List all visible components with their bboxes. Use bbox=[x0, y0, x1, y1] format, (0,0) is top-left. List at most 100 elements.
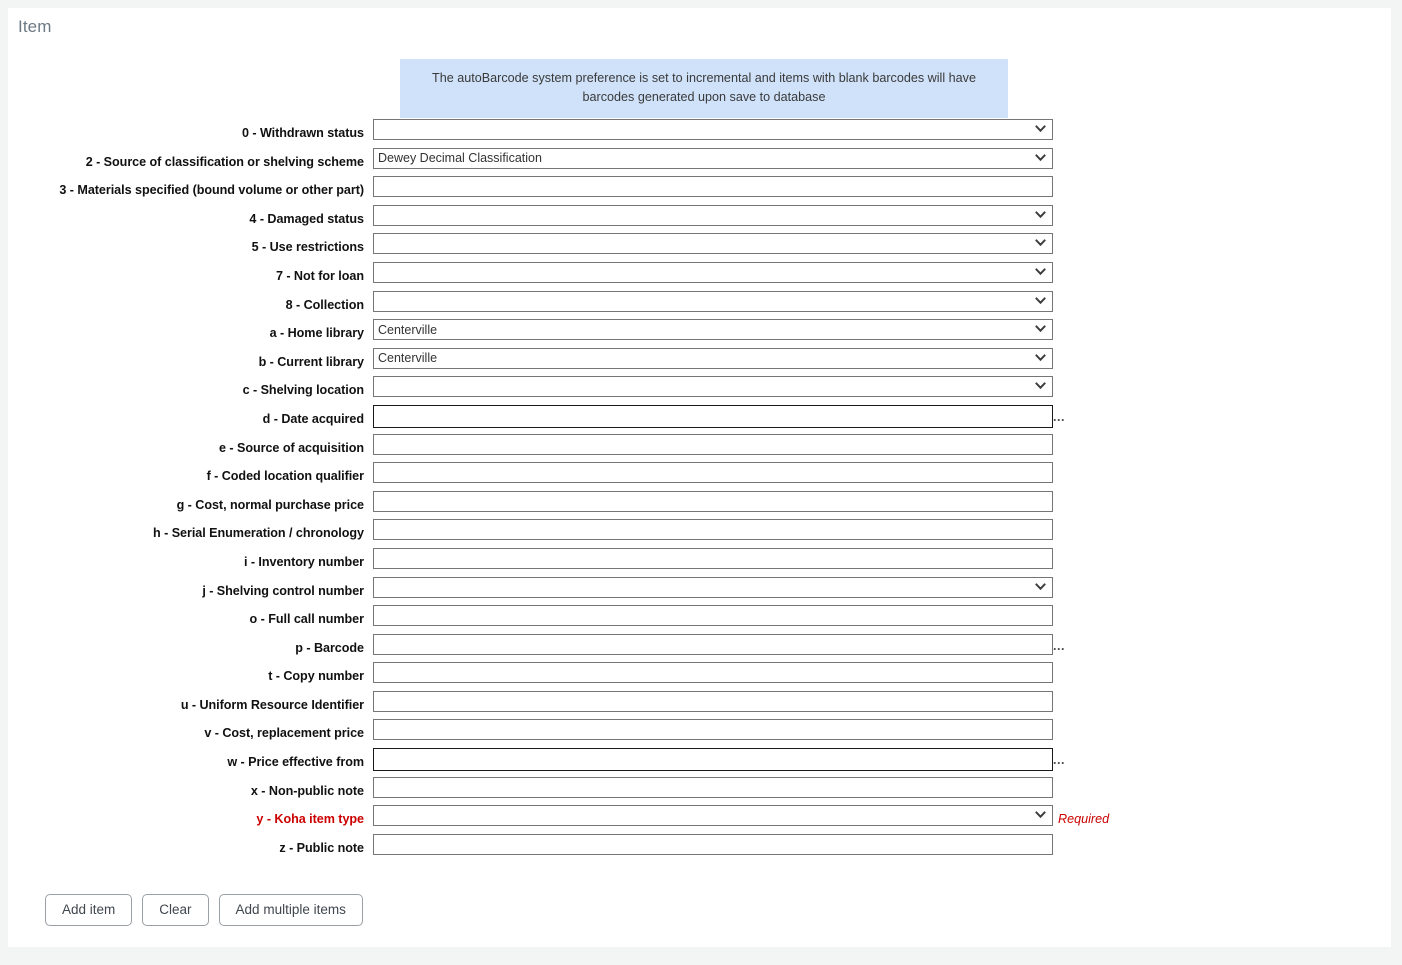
select-5-use-restrictions[interactable] bbox=[373, 233, 1053, 255]
select-wrapper-a-home-library: Centerville bbox=[373, 319, 1053, 341]
plugin-launcher-w-price-effective-from[interactable]: ... bbox=[1053, 754, 1065, 767]
field-control-0-withdrawn-status bbox=[373, 119, 1053, 140]
select-c-shelving-location[interactable] bbox=[373, 376, 1053, 398]
field-label-c-shelving-location: c - Shelving location bbox=[242, 383, 364, 398]
clear-button[interactable]: Clear bbox=[142, 894, 209, 926]
select-y-koha-item-type[interactable] bbox=[373, 805, 1053, 827]
input-h-serial-enumeration-chronology[interactable] bbox=[373, 519, 1053, 541]
field-label-g-cost-normal-purchase-price: g - Cost, normal purchase price bbox=[176, 497, 364, 512]
select-j-shelving-control-number[interactable] bbox=[373, 576, 1053, 598]
input-i-inventory-number[interactable] bbox=[373, 547, 1053, 569]
field-control-a-home-library: Centerville bbox=[373, 319, 1053, 341]
field-label-e-source-of-acquisition: e - Source of acquisition bbox=[219, 440, 364, 455]
field-label-z-public-note: z - Public note bbox=[279, 840, 364, 855]
select-0-withdrawn-status[interactable] bbox=[373, 119, 1053, 140]
add-multiple-items-button[interactable]: Add multiple items bbox=[218, 894, 363, 926]
input-f-coded-location-qualifier[interactable] bbox=[373, 462, 1053, 484]
select-a-home-library[interactable]: Centerville bbox=[373, 319, 1053, 341]
field-label-a-home-library: a - Home library bbox=[269, 326, 364, 341]
input-3-materials-specified-bound-volume-or-other-part[interactable] bbox=[373, 176, 1053, 198]
select-b-current-library[interactable]: Centerville bbox=[373, 347, 1053, 369]
field-control-b-current-library: Centerville bbox=[373, 347, 1053, 369]
select-wrapper-b-current-library: Centerville bbox=[373, 347, 1053, 369]
field-label-3-materials-specified-bound-volume-or-other-part: 3 - Materials specified (bound volume or… bbox=[59, 183, 364, 198]
select-7-not-for-loan[interactable] bbox=[373, 261, 1053, 283]
field-label-h-serial-enumeration-chronology: h - Serial Enumeration / chronology bbox=[153, 526, 364, 541]
field-label-y-koha-item-type: y - Koha item type bbox=[256, 812, 364, 827]
field-label-5-use-restrictions: 5 - Use restrictions bbox=[251, 240, 364, 255]
field-control-o-full-call-number bbox=[373, 605, 1053, 627]
field-control-4-damaged-status bbox=[373, 204, 1053, 226]
field-row-y-koha-item-type: y - Koha item type Required bbox=[8, 804, 1391, 833]
field-row-7-not-for-loan: 7 - Not for loan bbox=[8, 261, 1391, 290]
field-row-a-home-library: a - Home library Centerville bbox=[8, 318, 1391, 347]
item-card: Item The autoBarcode system preference i… bbox=[8, 8, 1391, 947]
input-v-cost-replacement-price[interactable] bbox=[373, 719, 1053, 741]
select-wrapper-0-withdrawn-status bbox=[373, 119, 1053, 140]
field-row-p-barcode: p - Barcode... bbox=[8, 633, 1391, 662]
field-label-8-collection: 8 - Collection bbox=[285, 297, 364, 312]
select-wrapper-j-shelving-control-number bbox=[373, 576, 1053, 598]
field-label-b-current-library: b - Current library bbox=[258, 354, 364, 369]
field-label-p-barcode: p - Barcode bbox=[295, 640, 364, 655]
field-label-2-source-of-classification-or-shelving-scheme: 2 - Source of classification or shelving… bbox=[85, 154, 364, 169]
field-control-v-cost-replacement-price bbox=[373, 719, 1053, 741]
field-row-d-date-acquired: d - Date acquired... bbox=[8, 404, 1391, 433]
field-label-o-full-call-number: o - Full call number bbox=[249, 612, 365, 627]
field-row-5-use-restrictions: 5 - Use restrictions bbox=[8, 232, 1391, 261]
field-control-x-non-public-note bbox=[373, 776, 1053, 798]
plugin-launcher-p-barcode[interactable]: ... bbox=[1053, 639, 1065, 653]
add-item-button[interactable]: Add item bbox=[45, 894, 133, 926]
field-control-g-cost-normal-purchase-price bbox=[373, 490, 1053, 512]
field-row-3-materials-specified-bound-volume-or-other-part: 3 - Materials specified (bound volume or… bbox=[8, 175, 1391, 204]
field-label-0-withdrawn-status: 0 - Withdrawn status bbox=[241, 126, 364, 140]
field-control-p-barcode bbox=[373, 633, 1053, 655]
field-control-z-public-note bbox=[373, 833, 1053, 855]
field-control-2-source-of-classification-or-shelving-scheme: Dewey Decimal Classification bbox=[373, 147, 1053, 169]
field-control-t-copy-number bbox=[373, 662, 1053, 684]
field-row-o-full-call-number: o - Full call number bbox=[8, 604, 1391, 633]
field-control-d-date-acquired bbox=[373, 404, 1053, 428]
field-control-w-price-effective-from bbox=[373, 748, 1053, 772]
field-row-v-cost-replacement-price: v - Cost, replacement price bbox=[8, 718, 1391, 747]
select-8-collection[interactable] bbox=[373, 290, 1053, 312]
field-row-t-copy-number: t - Copy number bbox=[8, 661, 1391, 690]
field-row-i-inventory-number: i - Inventory number bbox=[8, 547, 1391, 576]
field-row-8-collection: 8 - Collection bbox=[8, 290, 1391, 319]
select-2-source-of-classification-or-shelving-scheme[interactable]: Dewey Decimal Classification bbox=[373, 147, 1053, 169]
autobarcode-alert-message: The autoBarcode system preference is set… bbox=[400, 59, 1008, 118]
field-row-0-withdrawn-status: 0 - Withdrawn status bbox=[8, 118, 1391, 147]
select-wrapper-2-source-of-classification-or-shelving-scheme: Dewey Decimal Classification bbox=[373, 147, 1053, 169]
field-row-f-coded-location-qualifier: f - Coded location qualifier bbox=[8, 461, 1391, 490]
field-control-j-shelving-control-number bbox=[373, 576, 1053, 598]
field-row-c-shelving-location: c - Shelving location bbox=[8, 375, 1391, 404]
input-x-non-public-note[interactable] bbox=[373, 776, 1053, 798]
field-label-u-uniform-resource-identifier: u - Uniform Resource Identifier bbox=[180, 697, 364, 712]
field-label-d-date-acquired: d - Date acquired bbox=[262, 411, 364, 426]
field-control-h-serial-enumeration-chronology bbox=[373, 519, 1053, 541]
input-w-price-effective-from[interactable] bbox=[373, 748, 1053, 772]
input-t-copy-number[interactable] bbox=[373, 662, 1053, 684]
field-row-z-public-note: z - Public note bbox=[8, 833, 1391, 862]
input-o-full-call-number[interactable] bbox=[373, 605, 1053, 627]
field-label-x-non-public-note: x - Non-public note bbox=[250, 783, 364, 798]
input-e-source-of-acquisition[interactable] bbox=[373, 433, 1053, 455]
select-wrapper-y-koha-item-type bbox=[373, 805, 1053, 827]
select-wrapper-4-damaged-status bbox=[373, 204, 1053, 226]
input-p-barcode[interactable] bbox=[373, 633, 1053, 655]
field-control-i-inventory-number bbox=[373, 547, 1053, 569]
field-row-x-non-public-note: x - Non-public note bbox=[8, 776, 1391, 805]
field-row-j-shelving-control-number: j - Shelving control number bbox=[8, 576, 1391, 605]
select-4-damaged-status[interactable] bbox=[373, 204, 1053, 226]
input-z-public-note[interactable] bbox=[373, 833, 1053, 855]
plugin-launcher-d-date-acquired[interactable]: ... bbox=[1053, 410, 1065, 424]
input-u-uniform-resource-identifier[interactable] bbox=[373, 690, 1053, 712]
select-wrapper-c-shelving-location bbox=[373, 376, 1053, 398]
field-row-b-current-library: b - Current library Centerville bbox=[8, 347, 1391, 376]
field-control-8-collection bbox=[373, 290, 1053, 312]
input-g-cost-normal-purchase-price[interactable] bbox=[373, 490, 1053, 512]
input-d-date-acquired[interactable] bbox=[373, 404, 1053, 428]
field-control-y-koha-item-type bbox=[373, 805, 1053, 827]
required-flag-y-koha-item-type: Required bbox=[1058, 812, 1110, 827]
page-title: Item bbox=[18, 17, 52, 36]
